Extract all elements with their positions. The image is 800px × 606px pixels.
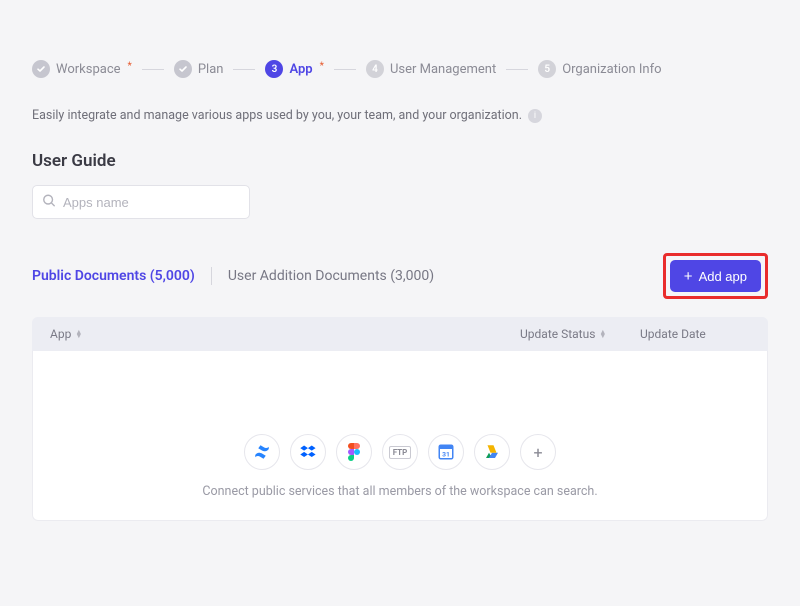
app-setup-panel: Workspace * Plan 3 App * 4 User Manageme…	[0, 0, 800, 606]
tab-divider	[211, 267, 212, 285]
column-label: Update Status	[520, 327, 595, 341]
search-icon	[42, 193, 56, 212]
table-body-empty: FTP 31 + Connect public services that al…	[32, 351, 768, 521]
column-update-date[interactable]: Update Date	[640, 327, 750, 341]
service-dropbox[interactable]	[290, 434, 326, 470]
search-input[interactable]	[32, 185, 250, 219]
service-google-drive[interactable]	[474, 434, 510, 470]
tab-user-addition-documents[interactable]: User Addition Documents (3,000)	[228, 268, 434, 284]
plus-icon: +	[533, 443, 542, 462]
column-update-status[interactable]: Update Status ▲▼	[520, 327, 640, 341]
step-number: 3	[265, 60, 283, 78]
step-app[interactable]: 3 App *	[265, 60, 323, 78]
add-app-label: Add app	[699, 269, 747, 284]
empty-state-text: Connect public services that all members…	[202, 484, 597, 499]
stepper-connector	[506, 69, 528, 70]
confluence-icon	[253, 443, 271, 461]
search-wrap	[32, 185, 250, 219]
stepper: Workspace * Plan 3 App * 4 User Manageme…	[32, 60, 768, 78]
step-user-management[interactable]: 4 User Management	[366, 60, 496, 78]
tabs: Public Documents (5,000) User Addition D…	[32, 267, 434, 285]
stepper-connector	[233, 69, 255, 70]
column-label: App	[50, 327, 71, 341]
service-confluence[interactable]	[244, 434, 280, 470]
step-label: App	[289, 62, 312, 77]
sort-icon: ▲▼	[75, 330, 82, 338]
required-asterisk: *	[320, 61, 324, 72]
step-label: User Management	[390, 62, 496, 77]
step-label: Workspace	[56, 62, 121, 77]
step-plan[interactable]: Plan	[174, 60, 224, 78]
google-calendar-icon: 31	[437, 443, 455, 461]
info-icon[interactable]: i	[528, 109, 542, 123]
add-app-highlight: + Add app	[663, 253, 768, 299]
service-ftp[interactable]: FTP	[382, 434, 418, 470]
step-number: 5	[538, 60, 556, 78]
service-google-calendar[interactable]: 31	[428, 434, 464, 470]
section-title: User Guide	[32, 151, 768, 171]
step-number: 4	[366, 60, 384, 78]
plus-icon: +	[684, 269, 693, 284]
step-organization-info[interactable]: 5 Organization Info	[538, 60, 661, 78]
sort-icon: ▲▼	[599, 330, 606, 338]
dropbox-icon	[299, 443, 317, 461]
service-icon-row: FTP 31 +	[202, 434, 597, 470]
stepper-connector	[142, 69, 164, 70]
step-label: Plan	[198, 62, 224, 77]
service-figma[interactable]	[336, 434, 372, 470]
column-app[interactable]: App ▲▼	[50, 327, 520, 341]
required-asterisk: *	[128, 61, 132, 72]
empty-state: FTP 31 + Connect public services that al…	[202, 434, 597, 499]
table-header: App ▲▼ Update Status ▲▼ Update Date	[32, 317, 768, 351]
service-more[interactable]: +	[520, 434, 556, 470]
intro-text: Easily integrate and manage various apps…	[32, 108, 522, 123]
check-icon	[32, 60, 50, 78]
tabs-row: Public Documents (5,000) User Addition D…	[32, 253, 768, 299]
apps-table: App ▲▼ Update Status ▲▼ Update Date	[32, 317, 768, 521]
add-app-button[interactable]: + Add app	[670, 260, 761, 292]
figma-icon	[347, 443, 361, 461]
stepper-connector	[334, 69, 356, 70]
step-workspace[interactable]: Workspace *	[32, 60, 132, 78]
intro-text-row: Easily integrate and manage various apps…	[32, 108, 768, 123]
tab-public-documents[interactable]: Public Documents (5,000)	[32, 268, 195, 284]
column-label: Update Date	[640, 327, 706, 341]
svg-text:31: 31	[442, 451, 450, 459]
google-drive-icon	[483, 443, 501, 461]
ftp-icon: FTP	[389, 446, 412, 459]
check-icon	[174, 60, 192, 78]
step-label: Organization Info	[562, 62, 661, 77]
